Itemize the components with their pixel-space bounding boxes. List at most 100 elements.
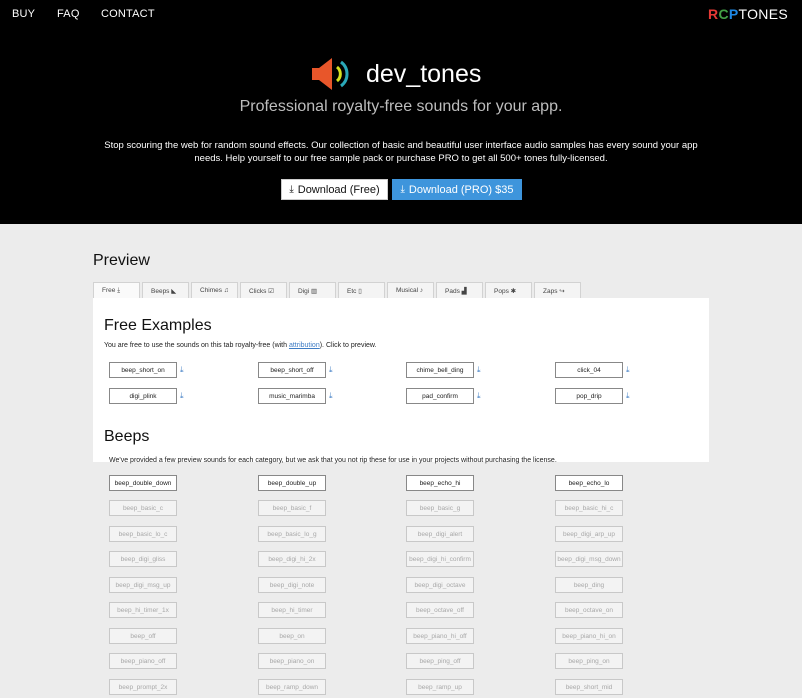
nav-faq-link[interactable]: FAQ xyxy=(57,8,80,20)
download-icon[interactable]: ⤓ xyxy=(180,365,184,375)
bell-icon: ♫ xyxy=(223,287,229,294)
locked-sound-button: beep_on xyxy=(258,628,326,644)
download-icon[interactable]: ⤓ xyxy=(477,365,481,375)
tab-digi[interactable]: Digi ▥ xyxy=(289,282,336,298)
brand-tones: TONES xyxy=(738,6,788,22)
download-free-button[interactable]: ⤓ Download (Free) xyxy=(281,179,388,200)
beeps-panel: Beeps xyxy=(93,410,709,462)
nav-buy-link[interactable]: BUY xyxy=(12,8,35,20)
tab-label: Musical xyxy=(396,287,419,294)
locked-sound-button: beep_hi_timer_1x xyxy=(109,602,177,618)
tab-musical[interactable]: Musical ♪ xyxy=(387,282,434,298)
locked-sound-button: beep_basic_f xyxy=(258,500,326,516)
download-icon[interactable]: ⤓ xyxy=(329,365,333,375)
sound-preview-button[interactable]: beep_double_up xyxy=(258,475,326,491)
tab-zaps[interactable]: Zaps ↪ xyxy=(534,282,581,298)
sound-preview-button[interactable]: beep_echo_lo xyxy=(555,475,623,491)
tab-chimes[interactable]: Chimes ♫ xyxy=(191,282,238,298)
signal-icon: ◣ xyxy=(171,288,177,295)
download-pro-button[interactable]: ⤓ Download (PRO) $35 xyxy=(392,179,522,200)
asterisk-icon: ✱ xyxy=(510,288,517,295)
signal-icon: ▟ xyxy=(461,288,467,295)
sound-preview-button[interactable]: click_04 xyxy=(555,362,623,378)
sound-preview-button[interactable]: chime_bell_ding xyxy=(406,362,474,378)
locked-sound-button: beep_ramp_down xyxy=(258,679,326,695)
locked-sound-button: beep_octave_off xyxy=(406,602,474,618)
download-icon: ⤓ xyxy=(400,184,405,195)
tab-label: Digi xyxy=(298,288,310,295)
tab-pads[interactable]: Pads ▟ xyxy=(436,282,483,298)
tab-label: Clicks xyxy=(249,288,267,295)
tagline: Professional royalty-free sounds for you… xyxy=(239,98,563,115)
download-icon: ⤓ xyxy=(289,184,294,195)
locked-sound-button: beep_digi_octave xyxy=(406,577,474,593)
locked-sound-button: beep_ding xyxy=(555,577,623,593)
sound-preview-button[interactable]: digi_plink xyxy=(109,388,177,404)
locked-sound-button: beep_basic_c xyxy=(109,500,177,516)
download-icon[interactable]: ⤓ xyxy=(180,391,184,401)
sound-preview-button[interactable]: music_marimba xyxy=(258,388,326,404)
locked-sound-button: beep_hi_timer xyxy=(258,602,326,618)
locked-sound-button: beep_piano_off xyxy=(109,653,177,669)
tab-label: Pops xyxy=(494,288,509,295)
locked-sound-button: beep_digi_hi_confirm xyxy=(406,551,474,567)
locked-sound-button: beep_digi_note xyxy=(258,577,326,593)
tab-free[interactable]: Free ⤓ xyxy=(93,282,140,298)
beeps-title: Beeps xyxy=(104,428,150,445)
tab-label: Beeps xyxy=(151,288,170,295)
beeps-note: We've provided a few preview sounds for … xyxy=(109,457,557,464)
nav-contact-link[interactable]: CONTACT xyxy=(101,8,155,20)
locked-sound-button: beep_off xyxy=(109,628,177,644)
sound-preview-button[interactable]: pop_drip xyxy=(555,388,623,404)
locked-sound-button: beep_piano_hi_on xyxy=(555,628,623,644)
attribution-link[interactable]: attribution xyxy=(289,342,320,349)
free-note: You are free to use the sounds on this t… xyxy=(104,342,377,349)
locked-sound-button: beep_piano_on xyxy=(258,653,326,669)
locked-sound-button: beep_ping_on xyxy=(555,653,623,669)
app-logo: dev_tones xyxy=(310,56,481,92)
tab-beeps[interactable]: Beeps ◣ xyxy=(142,282,189,298)
tab-label: Pads xyxy=(445,288,460,295)
brand-letter-c: C xyxy=(718,6,729,22)
preview-title: Preview xyxy=(93,252,150,269)
brand-logo[interactable]: RCPTONES xyxy=(708,6,788,22)
intro-text: Stop scouring the web for random sound e… xyxy=(104,140,698,164)
locked-sound-button: beep_digi_msg_up xyxy=(109,577,177,593)
download-pro-label: Download (PRO) $35 xyxy=(408,183,514,196)
locked-sound-button: beep_digi_alert xyxy=(406,526,474,542)
download-icon[interactable]: ⤓ xyxy=(626,365,630,375)
logo-text: dev_tones xyxy=(366,59,482,88)
locked-sound-button: beep_piano_hi_off xyxy=(406,628,474,644)
tab-etc[interactable]: Etc ▯ xyxy=(338,282,385,298)
trash-icon: ▯ xyxy=(358,288,362,295)
download-icon[interactable]: ⤓ xyxy=(329,391,333,401)
locked-sound-button: beep_octave_on xyxy=(555,602,623,618)
locked-sound-button: beep_basic_lo_g xyxy=(258,526,326,542)
locked-sound-button: beep_prompt_2x xyxy=(109,679,177,695)
locked-sound-button: beep_ramp_up xyxy=(406,679,474,695)
sound-preview-button[interactable]: beep_short_off xyxy=(258,362,326,378)
locked-sound-button: beep_basic_hi_c xyxy=(555,500,623,516)
locked-sound-button: beep_short_mid xyxy=(555,679,623,695)
download-icon[interactable]: ⤓ xyxy=(477,391,481,401)
check-icon: ☑ xyxy=(268,288,274,295)
locked-sound-button: beep_digi_arp_up xyxy=(555,526,623,542)
sound-preview-button[interactable]: beep_double_down xyxy=(109,475,177,491)
sound-preview-button[interactable]: beep_echo_hi xyxy=(406,475,474,491)
tab-label: Etc xyxy=(347,288,357,295)
brand-letter-r: R xyxy=(708,6,719,22)
free-note-text: You are free to use the sounds on this t… xyxy=(104,342,289,349)
sound-preview-button[interactable]: pad_confirm xyxy=(406,388,474,404)
tab-label: Zaps xyxy=(543,288,558,295)
sound-preview-button[interactable]: beep_short_on xyxy=(109,362,177,378)
download-free-label: Download (Free) xyxy=(297,183,380,196)
locked-sound-button: beep_ping_off xyxy=(406,653,474,669)
tab-label: Chimes xyxy=(200,287,223,294)
tab-pops[interactable]: Pops ✱ xyxy=(485,282,532,298)
download-icon[interactable]: ⤓ xyxy=(626,391,630,401)
locked-sound-button: beep_digi_hi_2x xyxy=(258,551,326,567)
locked-sound-button: beep_basic_lo_c xyxy=(109,526,177,542)
tab-clicks[interactable]: Clicks ☑ xyxy=(240,282,287,298)
chart-icon: ▥ xyxy=(311,288,318,295)
download-icon: ⤓ xyxy=(117,287,121,294)
